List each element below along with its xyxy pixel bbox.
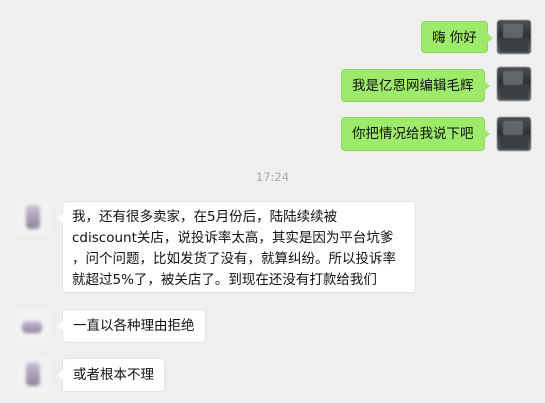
message-bubble-sent[interactable]: 我是亿恩网编辑毛辉 <box>341 69 489 102</box>
own-avatar[interactable] <box>497 20 531 54</box>
message-bubble-sent[interactable]: 嗨 你好 <box>421 21 493 53</box>
contact-avatar[interactable] <box>16 201 50 235</box>
own-avatar[interactable] <box>497 67 531 101</box>
message-bubble-received[interactable]: 或者根本不理 <box>57 358 165 392</box>
message-bubble-sent[interactable]: 你把情况给我说下吧 <box>341 117 489 151</box>
avatar-icon <box>22 321 42 333</box>
chat-window: 嗨 你好 我是亿恩网编辑毛辉 你把情况给我说下吧 17:24 我，还有很多卖家，… <box>0 0 545 403</box>
message-bubble-received[interactable]: 一直以各种理由拒绝 <box>57 309 206 343</box>
contact-avatar[interactable] <box>16 358 50 392</box>
message-line: cdiscount关店，说投诉率太高，其实是因为平台坑爹 <box>72 230 394 246</box>
message-line: 我，还有很多卖家，在5月份后，陆陆续续被 <box>72 209 338 225</box>
avatar-icon <box>26 362 40 386</box>
contact-avatar[interactable] <box>16 309 50 343</box>
message-bubble-received[interactable]: 我，还有很多卖家，在5月份后，陆陆续续被 cdiscount关店，说投诉率太高，… <box>57 201 416 293</box>
message-timestamp: 17:24 <box>255 170 290 184</box>
avatar-icon <box>26 205 40 229</box>
message-line: ，问个问题，比如发货了没有，就算纠纷。所以投诉率 <box>72 251 396 267</box>
message-line: 就超过5%了，被关店了。到现在还没有打款给我们 <box>72 272 377 288</box>
own-avatar[interactable] <box>497 117 531 151</box>
